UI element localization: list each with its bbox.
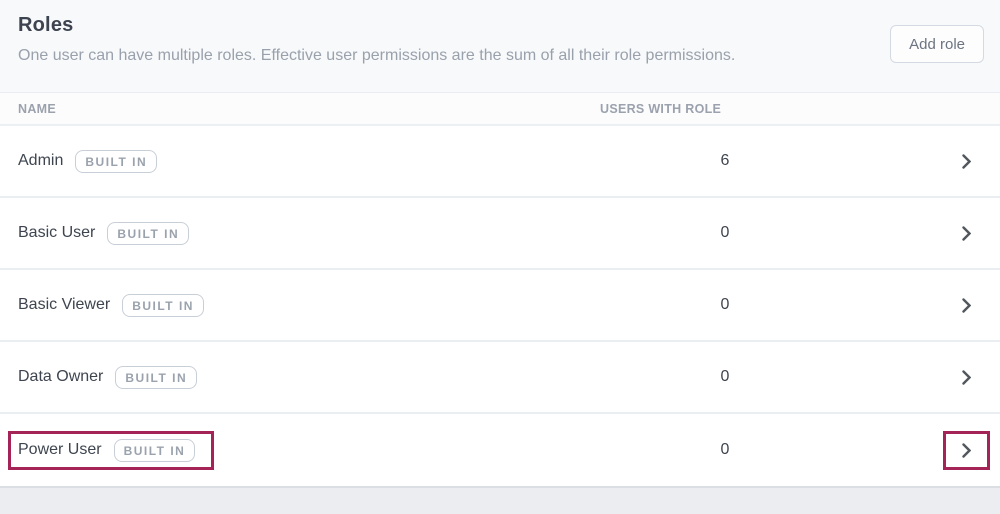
table-row[interactable]: Admin BUILT IN 6	[0, 126, 1000, 198]
built-in-badge: BUILT IN	[115, 365, 198, 389]
page-subtitle: One user can have multiple roles. Effect…	[18, 47, 736, 64]
row-open-button[interactable]	[943, 358, 990, 397]
chevron-right-icon	[962, 369, 971, 385]
table-row[interactable]: Basic User BUILT IN 0	[0, 198, 1000, 270]
built-in-badge: BUILT IN	[122, 293, 204, 317]
role-name: Data Owner	[18, 368, 104, 385]
role-name: Admin	[18, 152, 64, 169]
table-row[interactable]: Data Owner BUILT IN 0	[0, 342, 1000, 414]
row-open-button[interactable]	[943, 142, 990, 181]
role-name-group: Admin BUILT IN	[8, 142, 176, 181]
built-in-badge: BUILT IN	[107, 221, 190, 245]
table-header-row: NAME USERS WITH ROLE	[0, 93, 1000, 126]
role-name: Power User	[18, 441, 102, 458]
users-with-role-count: 6	[720, 152, 730, 169]
row-open-button[interactable]	[943, 214, 990, 253]
roles-header: Roles One user can have multiple roles. …	[0, 0, 1000, 93]
users-with-role-count: 0	[720, 441, 730, 458]
role-name: Basic User	[18, 224, 96, 241]
column-header-users-with-role: USERS WITH ROLE	[600, 101, 722, 116]
role-name: Basic Viewer	[18, 296, 111, 313]
chevron-right-icon	[962, 225, 971, 241]
roles-panel: Roles One user can have multiple roles. …	[0, 0, 1000, 514]
chevron-right-icon	[962, 153, 971, 169]
users-with-role-count: 0	[720, 368, 730, 385]
role-name-group: Basic Viewer BUILT IN	[8, 286, 223, 325]
built-in-badge: BUILT IN	[113, 438, 196, 462]
users-with-role-count: 0	[720, 296, 730, 313]
footer-bar	[0, 486, 1000, 514]
column-header-name: NAME	[18, 101, 57, 116]
role-name-group: Data Owner BUILT IN	[8, 358, 216, 397]
table-row[interactable]: Power User BUILT IN 0	[0, 414, 1000, 486]
add-role-button[interactable]: Add role	[890, 25, 984, 63]
chevron-right-icon	[962, 442, 971, 458]
role-name-group: Basic User BUILT IN	[8, 214, 208, 253]
roles-table-body: Admin BUILT IN 6 Basic User BUILT IN 0 B…	[0, 126, 1000, 486]
users-with-role-count: 0	[720, 224, 730, 241]
chevron-right-icon	[962, 297, 971, 313]
table-row[interactable]: Basic Viewer BUILT IN 0	[0, 270, 1000, 342]
built-in-badge: BUILT IN	[75, 149, 158, 173]
role-name-group-annotated: Power User BUILT IN	[8, 430, 215, 470]
row-open-button[interactable]	[943, 286, 990, 325]
page-title: Roles	[18, 14, 74, 36]
row-open-button[interactable]	[943, 430, 990, 470]
